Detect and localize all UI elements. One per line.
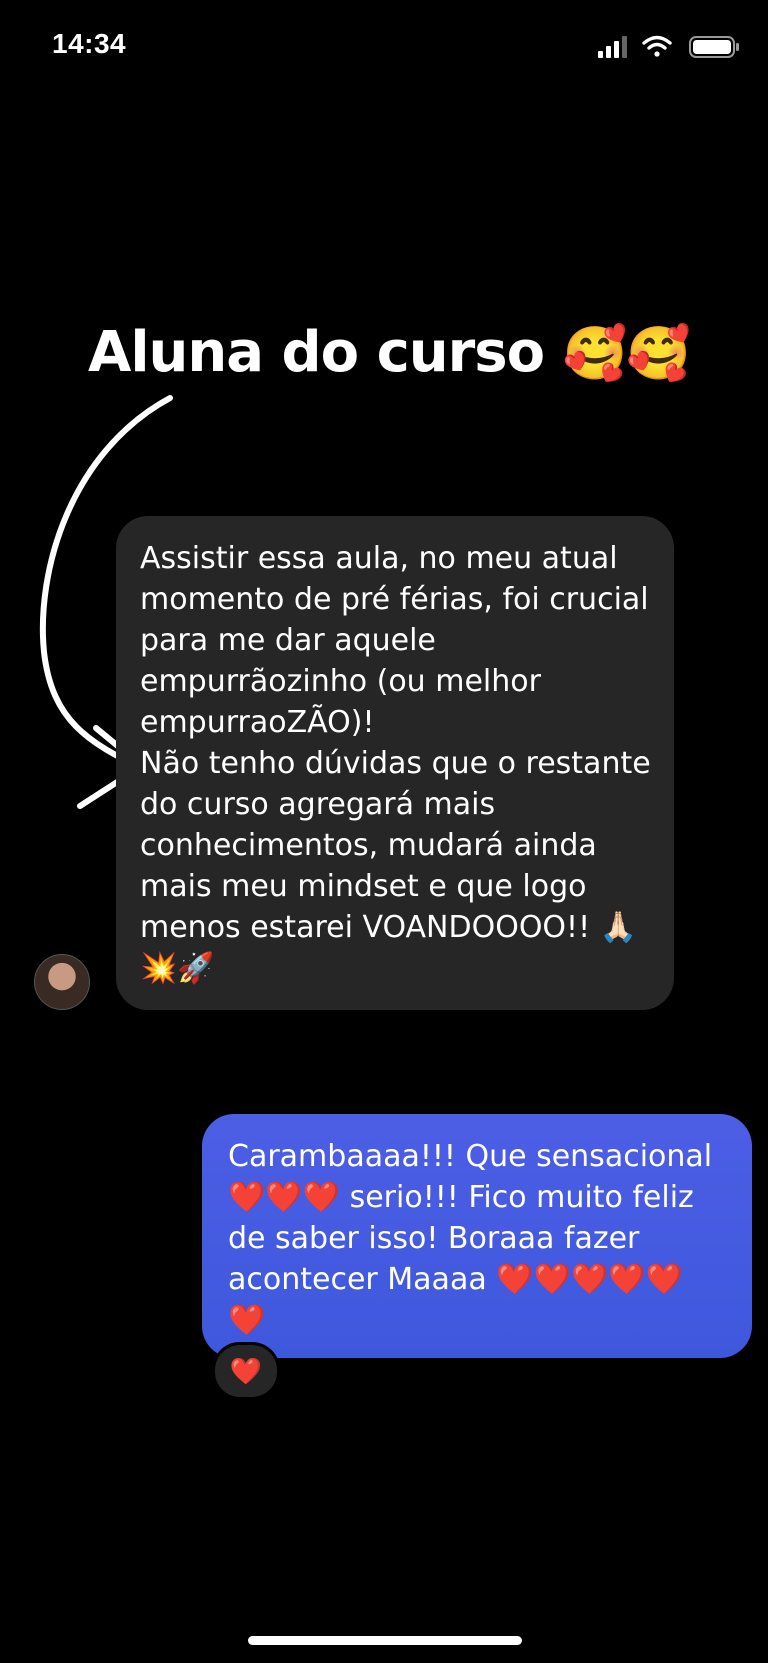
message-line: ❤️ xyxy=(228,1303,266,1338)
received-message-bubble[interactable]: Assistir essa aula, no meu atual momento… xyxy=(116,516,674,1010)
message-line: ❤️❤️❤️ serio!!! Fico muito feliz xyxy=(228,1180,694,1215)
headline: Aluna do curso 🥰🥰 xyxy=(88,320,691,385)
message-line: de saber isso! Boraaa fazer xyxy=(228,1221,640,1256)
message-line: empurrãozinho (ou melhor xyxy=(140,664,541,699)
message-line: empurraoZÃO)! xyxy=(140,705,375,740)
status-icons xyxy=(598,35,739,58)
message-line: 💥🚀 xyxy=(140,951,215,986)
message-line: do curso agregará mais xyxy=(140,787,496,822)
signal-icon xyxy=(598,36,627,58)
home-indicator[interactable] xyxy=(248,1636,522,1645)
message-line: acontecer Maaaa ❤️❤️❤️❤️❤️ xyxy=(228,1262,684,1297)
heart-reaction[interactable]: ❤️ xyxy=(212,1342,280,1400)
message-line: Não tenho dúvidas que o restante xyxy=(140,746,651,781)
status-time: 14:34 xyxy=(52,28,127,59)
headline-text: Aluna do curso xyxy=(88,320,545,385)
message-line: Carambaaaa!!! Que sensacional xyxy=(228,1139,713,1174)
sent-message-bubble[interactable]: Carambaaaa!!! Que sensacional ❤️❤️❤️ ser… xyxy=(202,1114,752,1358)
message-line: Assistir essa aula, no meu atual xyxy=(140,541,618,576)
battery-icon xyxy=(689,36,739,58)
message-line: conhecimentos, mudará ainda xyxy=(140,828,597,863)
message-line: menos estarei VOANDOOOO!! 🙏🏻 xyxy=(140,910,637,945)
wifi-icon xyxy=(642,35,672,57)
avatar[interactable] xyxy=(34,954,90,1010)
message-line: mais meu mindset e que logo xyxy=(140,869,587,904)
message-line: para me dar aquele xyxy=(140,623,436,658)
smiling-hearts-emoji: 🥰🥰 xyxy=(562,324,691,384)
message-line: momento de pré férias, foi crucial xyxy=(140,582,649,617)
